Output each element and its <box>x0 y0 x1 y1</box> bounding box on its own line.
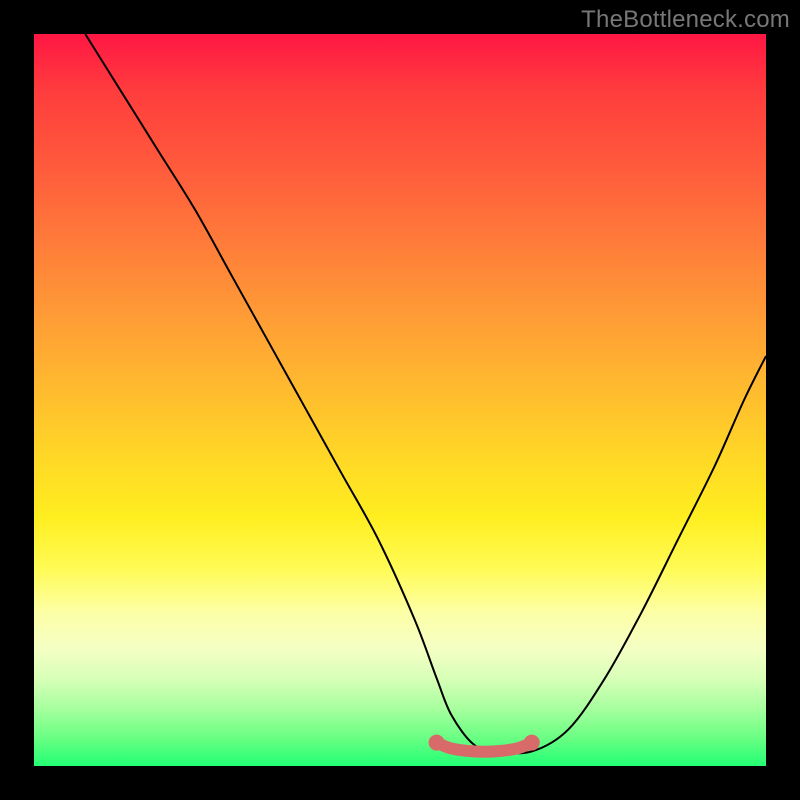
plot-overlay <box>34 34 766 766</box>
highlight-dot-end <box>524 735 540 751</box>
highlight-band <box>437 743 532 752</box>
watermark-text: TheBottleneck.com <box>581 6 790 34</box>
highlight-dot-start <box>429 735 445 751</box>
chart-stage: TheBottleneck.com <box>0 0 800 800</box>
bottleneck-curve <box>85 34 766 753</box>
